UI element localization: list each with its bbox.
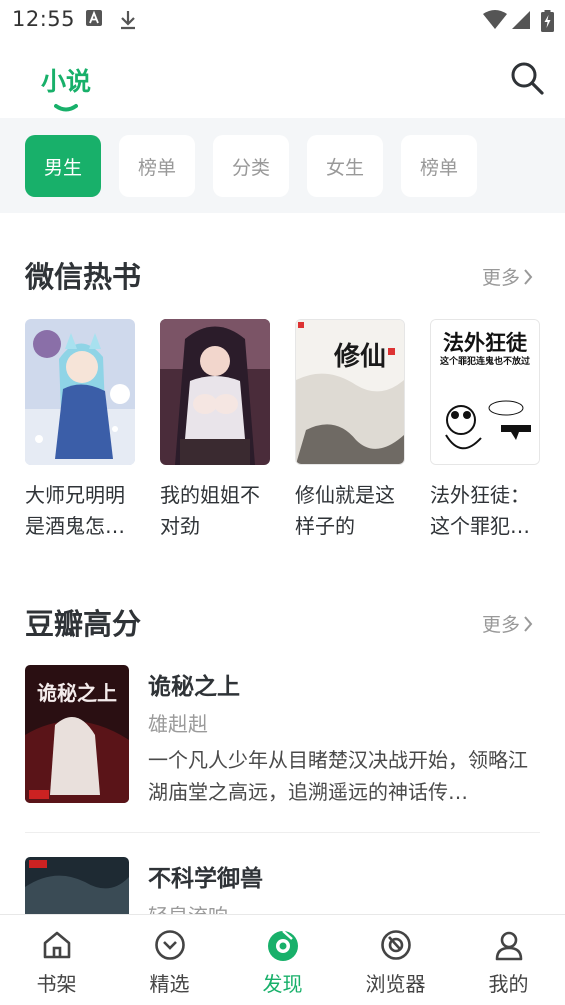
cover3-title: 修仙 — [333, 341, 386, 372]
notification-a-icon — [86, 10, 102, 30]
section-title-wechat: 微信热书 — [25, 260, 142, 294]
list-item-cover-2[interactable] — [25, 857, 129, 914]
nav-label: 书架 — [36, 972, 77, 996]
book-title-3[interactable]: 修仙就是这样子的 — [295, 480, 411, 542]
discover-icon — [266, 929, 300, 967]
book-cover-1[interactable] — [25, 319, 135, 465]
list-item-cover-1[interactable]: 诡秘之上 — [25, 665, 129, 803]
status-time: 12:55 — [12, 7, 76, 31]
nav-label: 我的 — [488, 972, 529, 996]
search-button[interactable] — [509, 60, 549, 100]
more-link-wechat[interactable]: 更多 — [482, 263, 533, 290]
profile-icon — [493, 929, 525, 965]
category-chip-bar: 男生 榜单 分类 女生 榜单 — [0, 118, 565, 213]
nav-selection[interactable]: 精选 — [113, 915, 226, 1005]
top-bar: 小说 — [0, 40, 565, 118]
nav-mine[interactable]: 我的 — [452, 915, 565, 1005]
tab-indicator — [54, 98, 78, 117]
bottom-navigation: 书架 精选 发现 浏览器 我的 — [0, 914, 565, 1005]
chip-ranking-2[interactable]: 榜单 — [401, 135, 477, 197]
search-icon — [511, 62, 544, 95]
chevron-right-icon — [524, 268, 533, 285]
signal-icon — [511, 10, 531, 34]
book-cover-3[interactable]: 修仙 — [295, 319, 405, 465]
cover4-title: 法外狂徒 — [443, 331, 528, 355]
chip-ranking[interactable]: 榜单 — [119, 135, 195, 197]
list-item-title-1[interactable]: 诡秘之上 — [148, 667, 240, 701]
chip-male[interactable]: 男生 — [25, 135, 101, 197]
list-item-author-2: 轻泉流响 — [148, 900, 228, 914]
nav-label: 浏览器 — [365, 972, 426, 996]
nav-bookshelf[interactable]: 书架 — [0, 915, 113, 1005]
chip-category[interactable]: 分类 — [213, 135, 289, 197]
chevron-right-icon — [524, 615, 533, 632]
more-label: 更多 — [482, 267, 521, 289]
browser-icon — [380, 929, 412, 965]
battery-icon — [541, 10, 554, 36]
chip-female[interactable]: 女生 — [307, 135, 383, 197]
list-item-desc-1: 一个凡人少年从目睹楚汉决战开始，领略江湖庙堂之高远，追溯遥远的神话传… — [148, 748, 528, 804]
book-title-4[interactable]: 法外狂徒：这个罪犯… — [430, 480, 546, 542]
selection-icon — [154, 929, 186, 965]
wifi-icon — [482, 10, 508, 34]
nav-label: 精选 — [149, 972, 190, 996]
list-divider — [25, 832, 540, 833]
more-label: 更多 — [482, 614, 521, 636]
book-cover-2[interactable] — [160, 319, 270, 465]
nav-discover[interactable]: 发现 — [226, 915, 339, 1005]
list-item-author-1: 雄赳赳 — [148, 712, 208, 736]
more-link-douban[interactable]: 更多 — [482, 610, 533, 637]
book-title-1[interactable]: 大师兄明明是酒鬼怎… — [25, 480, 141, 542]
cover-list1-title: 诡秘之上 — [37, 681, 117, 705]
cover4-subtitle: 这个罪犯连鬼也不放过 — [440, 355, 530, 367]
list-item-title-2[interactable]: 不科学御兽 — [148, 859, 263, 893]
nav-label: 发现 — [262, 972, 303, 996]
home-icon — [41, 929, 73, 965]
section-title-douban: 豆瓣高分 — [25, 607, 142, 641]
download-icon — [119, 10, 137, 34]
nav-browser[interactable]: 浏览器 — [339, 915, 452, 1005]
book-title-2[interactable]: 我的姐姐不对劲 — [160, 480, 276, 542]
tab-novel[interactable]: 小说 — [41, 62, 91, 98]
book-cover-4[interactable]: 法外狂徒 这个罪犯连鬼也不放过 — [430, 319, 540, 465]
status-bar: 12:55 — [0, 0, 565, 40]
